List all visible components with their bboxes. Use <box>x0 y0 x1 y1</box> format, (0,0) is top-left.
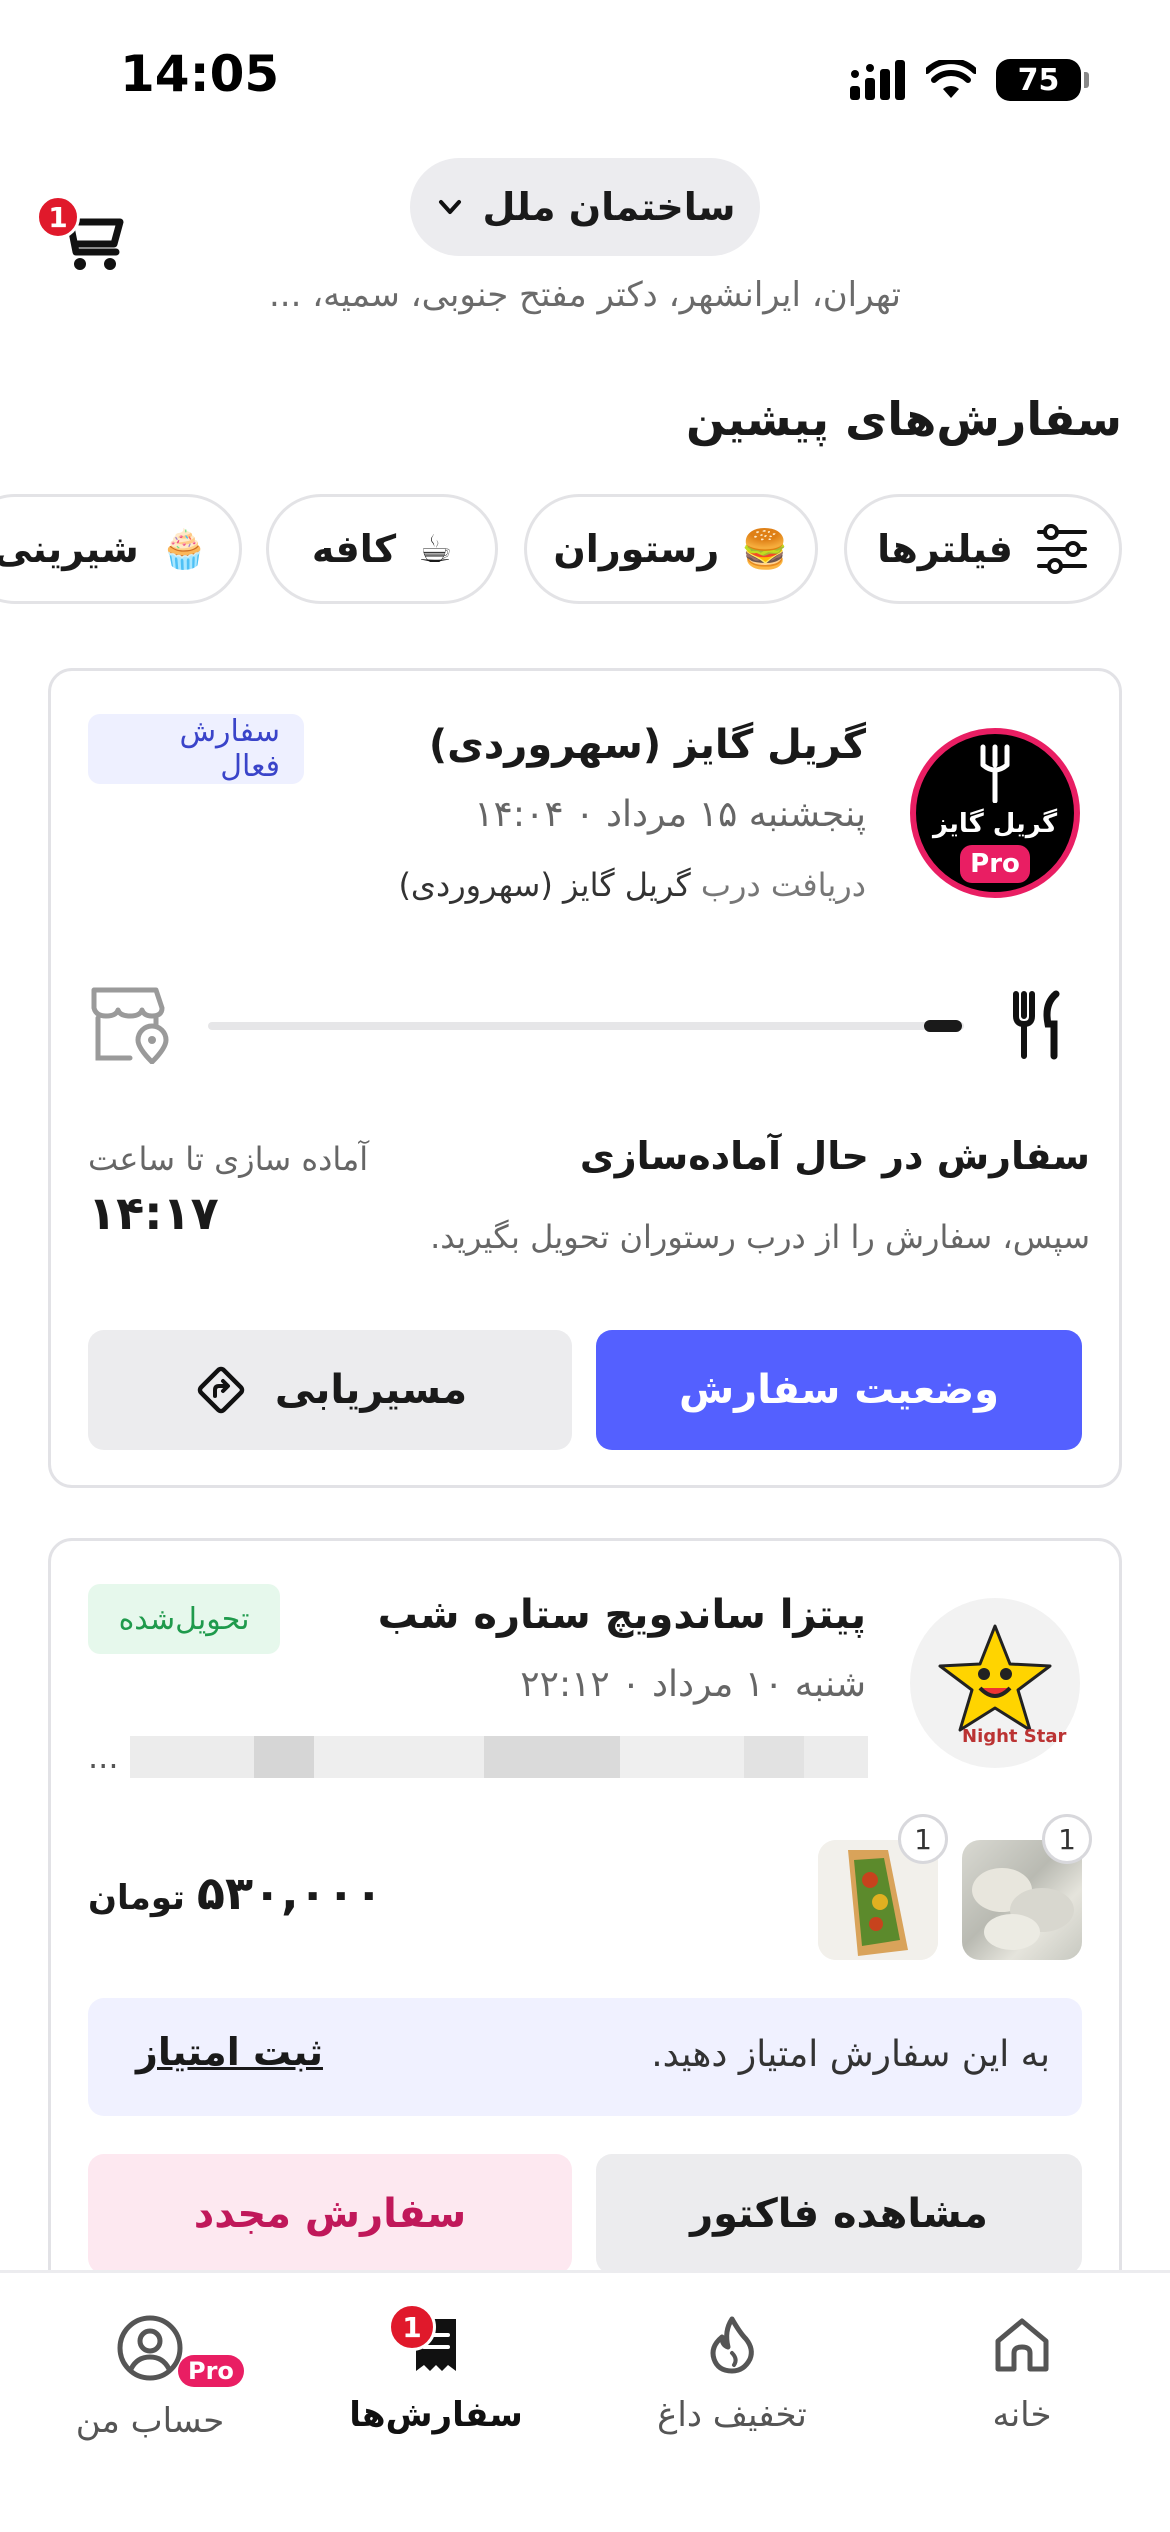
cupcake-emoji-icon: 🧁 <box>160 526 209 571</box>
status-time: 14:05 <box>120 45 280 103</box>
chip-pastry[interactable]: 🧁 شیرینی <box>0 494 242 604</box>
chip-filters[interactable]: فیلترها <box>844 494 1122 604</box>
bottom-navigation: خانه تخفیف داغ سفارش‌ها 1 حساب م <box>0 2270 1170 2532</box>
pickup-place: گریل گایز (سهروردی) <box>398 866 691 904</box>
reorder-button[interactable]: سفارش مجدد <box>88 2154 572 2274</box>
flame-icon <box>710 2316 754 2374</box>
restaurant-name: پیتزا ساندویچ ستاره شب <box>377 1592 866 1638</box>
progress-track <box>208 1022 964 1030</box>
items-ellipsis: ... <box>88 1738 119 1776</box>
restaurant-name: گریل گایز (سهروردی) <box>428 722 866 768</box>
nav-account[interactable]: حساب من Pro <box>40 2313 260 2441</box>
nav-label: خانه <box>992 2395 1052 2435</box>
delivery-address: تهران، ایرانشهر، دکتر مفتح جنوبی، سمیه، … <box>268 275 902 315</box>
pro-badge: Pro <box>178 2355 244 2387</box>
prep-until-time: ۱۴:۱۷ <box>88 1186 219 1240</box>
location-selector[interactable]: ساختمان ملل <box>410 158 760 256</box>
fork-icon <box>980 744 1010 803</box>
burger-emoji-icon: 🍔 <box>741 526 789 571</box>
home-icon <box>995 2318 1049 2372</box>
nav-hot-discount[interactable]: تخفیف داغ <box>622 2313 842 2435</box>
submit-rating-link[interactable]: ثبت امتیاز <box>136 2030 323 2074</box>
order-status-button[interactable]: وضعیت سفارش <box>596 1330 1082 1450</box>
nav-orders[interactable]: سفارش‌ها 1 <box>326 2303 546 2435</box>
chip-restaurant[interactable]: 🍔 رستوران <box>524 494 818 604</box>
battery-indicator: 75 <box>996 59 1089 101</box>
button-label: مسیریابی <box>274 1367 468 1413</box>
user-icon <box>117 2315 183 2381</box>
coffee-emoji-icon: ☕ <box>418 527 453 571</box>
progress-fill <box>924 1020 962 1032</box>
wifi-icon <box>926 60 976 98</box>
view-invoice-button[interactable]: مشاهده فاکتور <box>596 2154 1082 2274</box>
status-icons: 75 <box>850 55 1140 105</box>
prep-until-label: آماده سازی تا ساعت <box>88 1140 369 1178</box>
restaurant-logo: Night Star <box>910 1598 1080 1768</box>
filter-chips: فیلترها 🍔 رستوران ☕ کافه 🧁 شیرینی <box>0 494 1170 604</box>
chip-label: شیرینی <box>0 527 139 571</box>
button-label: مشاهده فاکتور <box>690 2191 988 2237</box>
button-label: سفارش مجدد <box>193 2191 467 2237</box>
filter-icon <box>1036 524 1087 574</box>
nav-home[interactable]: خانه <box>912 2313 1132 2435</box>
nav-label: تخفیف داغ <box>657 2395 807 2435</box>
chevron-down-icon <box>438 200 461 214</box>
restaurant-logo: گریل گایز Pro <box>910 728 1080 898</box>
directions-icon <box>197 1366 245 1414</box>
prep-status-title: سفارش در حال آماده‌سازی <box>579 1134 1090 1178</box>
chip-label: رستوران <box>553 527 720 571</box>
store-location-icon <box>91 987 169 1064</box>
rate-prompt: به این سفارش امتیاز دهید. <box>651 2034 1050 2075</box>
price-currency: تومان <box>88 1878 185 1918</box>
pro-badge: Pro <box>960 845 1030 883</box>
pickup-prefix: دریافت درب <box>700 866 866 904</box>
utensils-icon <box>1013 990 1060 1060</box>
location-label: ساختمان ملل <box>482 185 736 229</box>
signal-icon <box>850 60 905 100</box>
order-price: ۵۳۰,۰۰۰ تومان <box>88 1866 383 1920</box>
chip-label: کافه <box>311 527 397 571</box>
nav-label: حساب من <box>75 2401 225 2441</box>
button-label: وضعیت سفارش <box>678 1367 1000 1413</box>
section-title: سفارش‌های پیشین <box>686 392 1122 446</box>
items-placeholder <box>130 1736 868 1778</box>
status-badge: تحویل‌شده <box>88 1584 280 1654</box>
logo-text: Night Star <box>962 1726 1067 1747</box>
item-quantity-badge: 1 <box>898 1814 948 1864</box>
cart-count-badge: 1 <box>36 195 80 239</box>
pickup-info: دریافت درب گریل گایز (سهروردی) <box>398 866 866 904</box>
item-quantity-badge: 1 <box>1042 1814 1092 1864</box>
order-date: پنجشنبه ۱۵ مرداد ۰ ۱۴:۰۴ <box>474 794 866 835</box>
nav-label: سفارش‌ها <box>349 2395 523 2435</box>
chip-label: فیلترها <box>877 527 1013 571</box>
prep-status-subtitle: سپس، سفارش را از درب رستوران تحویل بگیری… <box>430 1218 1090 1256</box>
navigation-button[interactable]: مسیریابی <box>88 1330 572 1450</box>
price-amount: ۵۳۰,۰۰۰ <box>196 1866 383 1920</box>
orders-count-badge: 1 <box>388 2303 436 2351</box>
order-date: شنبه ۱۰ مرداد ۰ ۲۲:۱۲ <box>520 1664 866 1705</box>
chip-cafe[interactable]: ☕ کافه <box>266 494 498 604</box>
logo-text: گریل گایز <box>932 809 1058 839</box>
status-badge: سفارش فعال <box>88 714 304 784</box>
